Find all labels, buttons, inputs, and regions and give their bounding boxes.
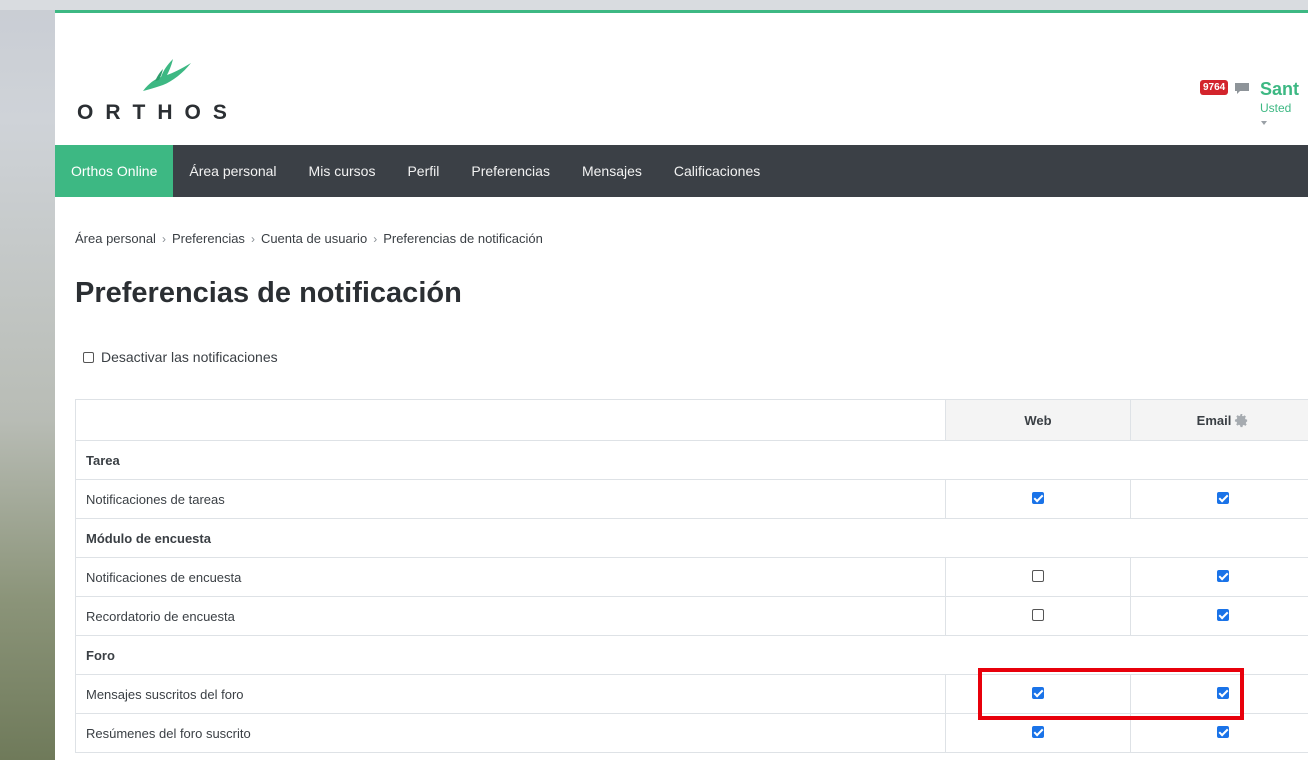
row-label: Notificaciones de encuesta [75, 557, 946, 597]
breadcrumb-area-personal[interactable]: Área personal [75, 231, 156, 246]
web-checkbox-recordatorio-encuesta[interactable] [1032, 608, 1044, 621]
group-label-foro: Foro [75, 635, 1308, 675]
disable-notifications-label[interactable]: Desactivar las notificaciones [101, 349, 278, 365]
main-nav: Orthos Online Área personal Mis cursos P… [55, 145, 1308, 197]
column-header-empty [75, 399, 946, 441]
column-header-email: Email [1130, 399, 1308, 441]
breadcrumb-preferencias[interactable]: Preferencias [172, 231, 245, 246]
chat-icon[interactable] [1234, 82, 1250, 96]
web-checkbox-notificaciones-tareas[interactable] [1032, 491, 1044, 504]
bird-logo-icon [143, 59, 191, 91]
user-subtitle: Usted [1260, 101, 1292, 115]
nav-item-preferencias[interactable]: Preferencias [455, 145, 566, 197]
nav-item-mensajes[interactable]: Mensajes [566, 145, 658, 197]
chevron-right-icon: › [373, 231, 378, 246]
browser-page: ORTHOS 9764 Sant Usted Orthos Online Áre… [55, 10, 1308, 760]
logo-text: ORTHOS [77, 101, 239, 124]
column-header-web: Web [945, 399, 1131, 441]
notification-preferences-table: Web Email Tarea Notificaciones de tareas… [75, 399, 1308, 753]
chevron-right-icon: › [161, 231, 166, 246]
desktop-top-strip [0, 0, 1308, 10]
table-group-row: Foro [75, 635, 1308, 675]
table-row: Notificaciones de tareas [75, 479, 1308, 519]
table-group-row: Módulo de encuesta [75, 518, 1308, 558]
table-row: Recordatorio de encuesta [75, 596, 1308, 636]
nav-item-mis-cursos[interactable]: Mis cursos [293, 145, 392, 197]
row-label: Notificaciones de tareas [75, 479, 946, 519]
site-header: ORTHOS 9764 Sant Usted [55, 13, 1308, 145]
notification-badge[interactable]: 9764 [1200, 80, 1229, 95]
nav-item-perfil[interactable]: Perfil [391, 145, 455, 197]
email-checkbox-notificaciones-encuesta[interactable] [1217, 569, 1229, 582]
table-row: Notificaciones de encuesta [75, 557, 1308, 597]
table-group-row: Tarea [75, 440, 1308, 480]
breadcrumb-cuenta-de-usuario[interactable]: Cuenta de usuario [261, 231, 367, 246]
email-checkbox-recordatorio-encuesta[interactable] [1217, 608, 1229, 621]
group-label-tarea: Tarea [75, 440, 1308, 480]
web-checkbox-notificaciones-encuesta[interactable] [1032, 569, 1044, 582]
row-label: Resúmenes del foro suscrito [75, 713, 946, 753]
disable-notifications-row[interactable]: Desactivar las notificaciones [83, 349, 278, 365]
chevron-right-icon: › [250, 231, 255, 246]
user-menu[interactable]: 9764 Sant Usted [1198, 79, 1308, 139]
user-name[interactable]: Sant [1260, 79, 1299, 100]
table-row: Resúmenes del foro suscrito [75, 713, 1308, 753]
row-label: Recordatorio de encuesta [75, 596, 946, 636]
table-row: Mensajes suscritos del foro [75, 674, 1308, 714]
nav-item-calificaciones[interactable]: Calificaciones [658, 145, 776, 197]
row-label: Mensajes suscritos del foro [75, 674, 946, 714]
email-checkbox-notificaciones-tareas[interactable] [1217, 491, 1229, 504]
nav-item-area-personal[interactable]: Área personal [173, 145, 292, 197]
nav-item-orthos-online[interactable]: Orthos Online [55, 145, 174, 197]
web-checkbox-mensajes-foro[interactable] [1032, 686, 1044, 699]
page-title: Preferencias de notificación [75, 277, 462, 309]
disable-notifications-checkbox[interactable] [83, 351, 94, 363]
email-checkbox-resumenes-foro[interactable] [1217, 725, 1229, 738]
email-checkbox-mensajes-foro[interactable] [1217, 686, 1229, 699]
web-checkbox-resumenes-foro[interactable] [1032, 725, 1044, 738]
site-logo[interactable]: ORTHOS [77, 51, 247, 131]
group-label-modulo-encuesta: Módulo de encuesta [75, 518, 1308, 558]
gear-icon[interactable] [1234, 413, 1249, 428]
chevron-down-icon[interactable] [1261, 121, 1267, 125]
breadcrumb-current: Preferencias de notificación [383, 231, 543, 246]
breadcrumb: Área personal › Preferencias › Cuenta de… [75, 231, 543, 246]
